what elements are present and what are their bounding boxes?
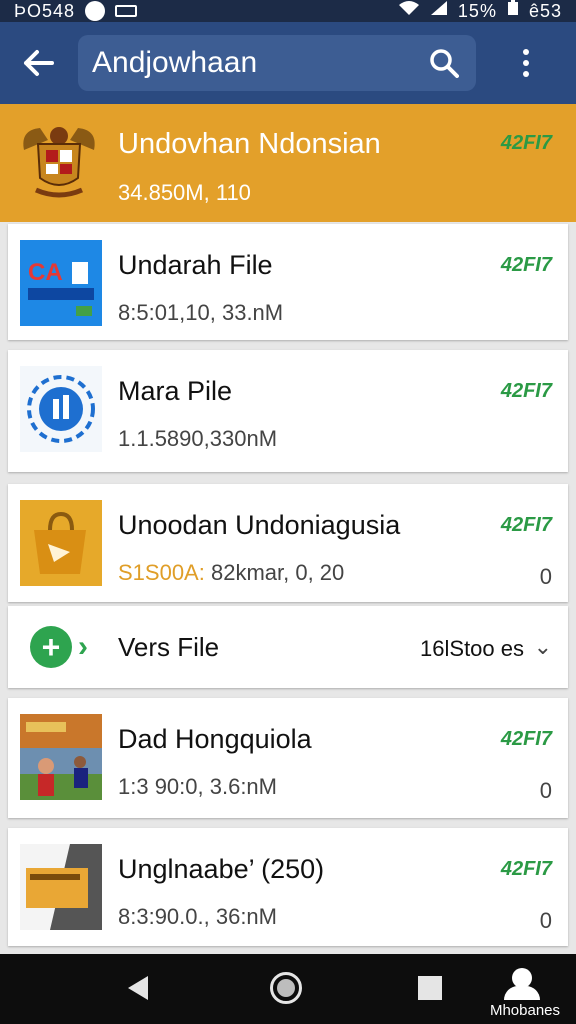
app-gear-icon bbox=[20, 366, 102, 452]
item-subtitle-accent: S1S00A: bbox=[118, 560, 205, 585]
shopping-bag-icon bbox=[20, 500, 102, 586]
list-item[interactable]: CA Undarah File 8:5:01,10, 33.nM 42FI7 bbox=[8, 224, 568, 340]
list-item[interactable]: Unoodan Undoniagusia S1S00A: 82kmar, 0, … bbox=[8, 484, 568, 602]
list-item[interactable]: Mara Pile 1.1.5890,330nM 42FI7 bbox=[8, 350, 568, 472]
status-left-text: ÞO548 bbox=[14, 0, 76, 21]
featured-subtitle: 34.850M, 110 bbox=[118, 180, 251, 205]
versions-count: 16lStoo es bbox=[420, 636, 524, 661]
svg-text:CA: CA bbox=[28, 259, 63, 286]
photo-thumbnail bbox=[20, 714, 102, 800]
item-tag: 42FI7 bbox=[500, 514, 552, 536]
app-bar: Andjowhaan bbox=[0, 22, 576, 104]
chevron-down-icon[interactable]: ⌄ bbox=[534, 634, 552, 660]
chevron-right-icon: › bbox=[78, 630, 88, 663]
item-title: Mara Pile bbox=[118, 376, 233, 406]
nav-back-icon[interactable] bbox=[128, 976, 148, 1000]
list-item[interactable]: Unglnaabe’ (250) 8:3:90.0., 36:nM 42FI7 … bbox=[8, 828, 568, 946]
add-icon[interactable]: + bbox=[30, 626, 72, 668]
list-item[interactable]: Dad Hongquiola 1:3 90:0, 3.6:nM 42FI7 0 bbox=[8, 698, 568, 818]
item-title: Unglnaabe’ (250) bbox=[118, 854, 325, 884]
emblem-icon bbox=[18, 120, 100, 206]
card-icon bbox=[115, 5, 138, 17]
signal-icon bbox=[430, 0, 448, 22]
more-options-button[interactable] bbox=[476, 22, 576, 104]
battery-icon bbox=[507, 0, 519, 22]
featured-item[interactable]: Undovhan Ndonsian 34.850M, 110 42FI7 bbox=[0, 104, 576, 222]
item-tag: 42FI7 bbox=[500, 728, 552, 750]
more-vert-icon bbox=[523, 49, 529, 77]
profile-label: Mhobanes bbox=[489, 1002, 561, 1019]
battery-percent: 15% bbox=[457, 0, 497, 21]
wifi-icon bbox=[398, 0, 420, 22]
item-tag: 42FI7 bbox=[500, 380, 552, 402]
notification-icon bbox=[85, 1, 106, 21]
status-time: ê53 bbox=[528, 0, 562, 21]
item-subtitle: S1S00A: 82kmar, 0, 20 bbox=[118, 560, 344, 586]
profile-button[interactable]: Mhobanes bbox=[482, 968, 568, 1022]
search-icon[interactable] bbox=[426, 45, 462, 81]
arrow-left-icon bbox=[24, 50, 54, 76]
item-subtitle: 1.1.5890,330nM bbox=[118, 426, 278, 451]
nav-home-icon[interactable] bbox=[270, 972, 302, 1004]
item-subtitle: 8:5:01,10, 33.nM bbox=[118, 300, 284, 325]
status-left: ÞO548 bbox=[14, 0, 138, 22]
document-thumbnail bbox=[20, 844, 102, 930]
versions-label: Vers File bbox=[118, 632, 220, 662]
item-tag: 42FI7 bbox=[500, 254, 552, 276]
featured-tag: 42FI7 bbox=[500, 132, 552, 154]
versions-row[interactable]: + › Vers File 16lStoo es ⌄ bbox=[8, 606, 568, 688]
system-nav-bar: Mhobanes bbox=[0, 954, 576, 1024]
item-subtitle: 1:3 90:0, 3.6:nM bbox=[118, 774, 277, 799]
featured-title: Undovhan Ndonsian bbox=[118, 128, 381, 160]
search-input[interactable]: Andjowhaan bbox=[92, 46, 257, 80]
status-right: 15% ê53 bbox=[398, 0, 562, 22]
item-count: 0 bbox=[539, 778, 552, 803]
item-count: 0 bbox=[539, 564, 552, 589]
item-count: 0 bbox=[539, 908, 552, 933]
item-subtitle: 8:3:90.0., 36:nM bbox=[118, 904, 277, 929]
app-logo-icon: CA bbox=[20, 240, 102, 326]
search-box[interactable]: Andjowhaan bbox=[78, 35, 476, 91]
person-icon bbox=[512, 968, 532, 988]
item-title: Unoodan Undoniagusia bbox=[118, 510, 401, 540]
back-button[interactable] bbox=[0, 22, 78, 104]
status-bar: ÞO548 15% ê53 bbox=[0, 0, 576, 22]
item-title: Dad Hongquiola bbox=[118, 724, 312, 754]
item-subtitle-rest: 82kmar, 0, 20 bbox=[210, 560, 345, 585]
nav-recents-icon[interactable] bbox=[418, 976, 442, 1000]
item-tag: 42FI7 bbox=[500, 858, 552, 880]
item-title: Undarah File bbox=[118, 250, 273, 280]
